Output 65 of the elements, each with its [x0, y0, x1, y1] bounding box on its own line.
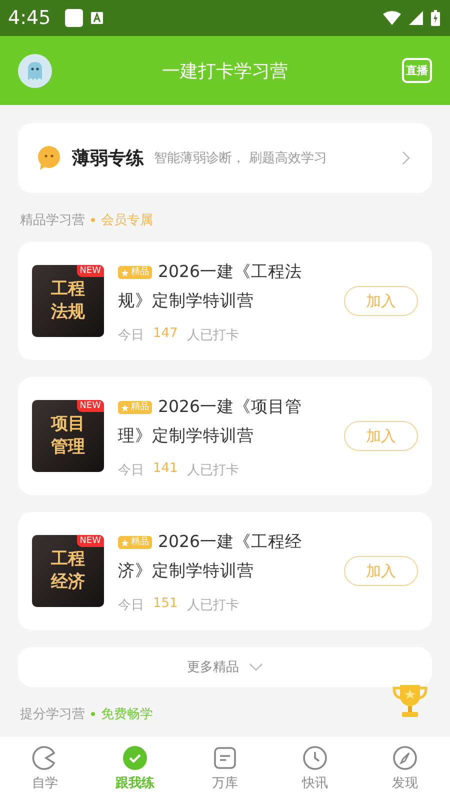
- notification-icon: [64, 9, 83, 27]
- checkin-label: 人已打卡: [186, 596, 239, 614]
- cover-title: 项目管理: [51, 413, 85, 459]
- signal-icon: [409, 11, 423, 25]
- camp-title: 2026一建《项目管: [158, 396, 302, 418]
- checkin-count: 141: [153, 460, 178, 478]
- camp-title: 2026一建《工程经: [158, 531, 302, 554]
- new-badge: NEW: [76, 535, 104, 547]
- badge-label: 精品: [131, 266, 149, 278]
- star-icon: [121, 538, 129, 547]
- badge-label: 精品: [131, 536, 149, 548]
- compass-icon: [392, 745, 418, 771]
- camp-title: 济》定制学特训营: [118, 560, 254, 582]
- bullet-dot: [91, 712, 95, 716]
- badge-label: 精品: [131, 402, 149, 414]
- camp-card[interactable]: NEW 工程法规 精品 2026一建《工程法 规》定制学特训营 今日 147 人已打卡 加入: [18, 242, 432, 360]
- tab-item[interactable]: 跟我练: [90, 737, 180, 800]
- cover-title: 工程经济: [51, 548, 85, 594]
- chat-face-icon: [36, 145, 62, 171]
- cover-title: 工程法规: [51, 278, 85, 324]
- today-label: 今日: [118, 596, 144, 614]
- wifi-icon: [383, 11, 401, 25]
- checkin-label: 人已打卡: [186, 326, 239, 344]
- camp-title: 规》定制学特训营: [118, 290, 254, 312]
- today-label: 今日: [118, 326, 144, 344]
- status-time: 4:45: [8, 7, 51, 29]
- section-title: 提分学习营: [20, 706, 85, 723]
- check-circle-icon: [122, 745, 148, 771]
- star-icon: [121, 268, 129, 277]
- notification-icon: [90, 12, 103, 24]
- today-label: 今日: [118, 462, 144, 479]
- join-button[interactable]: 加入: [344, 286, 418, 316]
- checkin-count: 147: [153, 326, 178, 343]
- tab-item[interactable]: 发现: [360, 737, 450, 800]
- join-button[interactable]: 加入: [344, 421, 418, 451]
- bullet-dot: [91, 218, 95, 222]
- chevron-down-icon: [249, 663, 263, 671]
- camp-title: 理》定制学特训营: [118, 425, 254, 447]
- section-tag: 会员专属: [101, 211, 153, 229]
- checkin-count: 151: [153, 596, 178, 613]
- live-button[interactable]: 直播: [402, 58, 432, 83]
- join-button[interactable]: 加入: [344, 556, 418, 586]
- page-title: 一建打卡学习营: [162, 60, 288, 82]
- pacman-icon: [32, 745, 58, 771]
- avatar-icon[interactable]: [18, 54, 52, 88]
- note-icon: [212, 745, 238, 771]
- card-title: 薄弱专练: [72, 147, 144, 170]
- checkin-label: 人已打卡: [186, 462, 239, 479]
- camp-card[interactable]: NEW 项目管理 精品 2026一建《项目管 理》定制学特训营 今日 141 人已打卡 加入: [18, 377, 432, 495]
- chevron-right-icon: [402, 151, 410, 165]
- new-badge: NEW: [76, 400, 104, 412]
- clock-icon: [302, 745, 328, 771]
- new-badge: NEW: [76, 265, 104, 277]
- tab-item[interactable]: 快讯: [270, 737, 360, 800]
- weak-practice-card[interactable]: 薄弱专练 智能薄弱诊断， 刷题高效学习: [18, 123, 432, 193]
- camp-card[interactable]: NEW 工程经济 精品 2026一建《工程经 济》定制学特训营 今日 151 人已打卡 加入: [18, 512, 432, 630]
- section-tag: 免费畅学: [101, 705, 153, 723]
- more-button[interactable]: 更多精品: [18, 647, 432, 687]
- tab-item[interactable]: 万库: [180, 737, 270, 800]
- tab-item[interactable]: 自学: [0, 737, 90, 800]
- section-title: 精品学习营: [20, 212, 85, 229]
- battery-icon: [431, 10, 440, 26]
- star-icon: [121, 404, 129, 412]
- card-subtitle: 智能薄弱诊断， 刷题高效学习: [154, 150, 328, 167]
- camp-title: 2026一建《工程法: [158, 261, 302, 284]
